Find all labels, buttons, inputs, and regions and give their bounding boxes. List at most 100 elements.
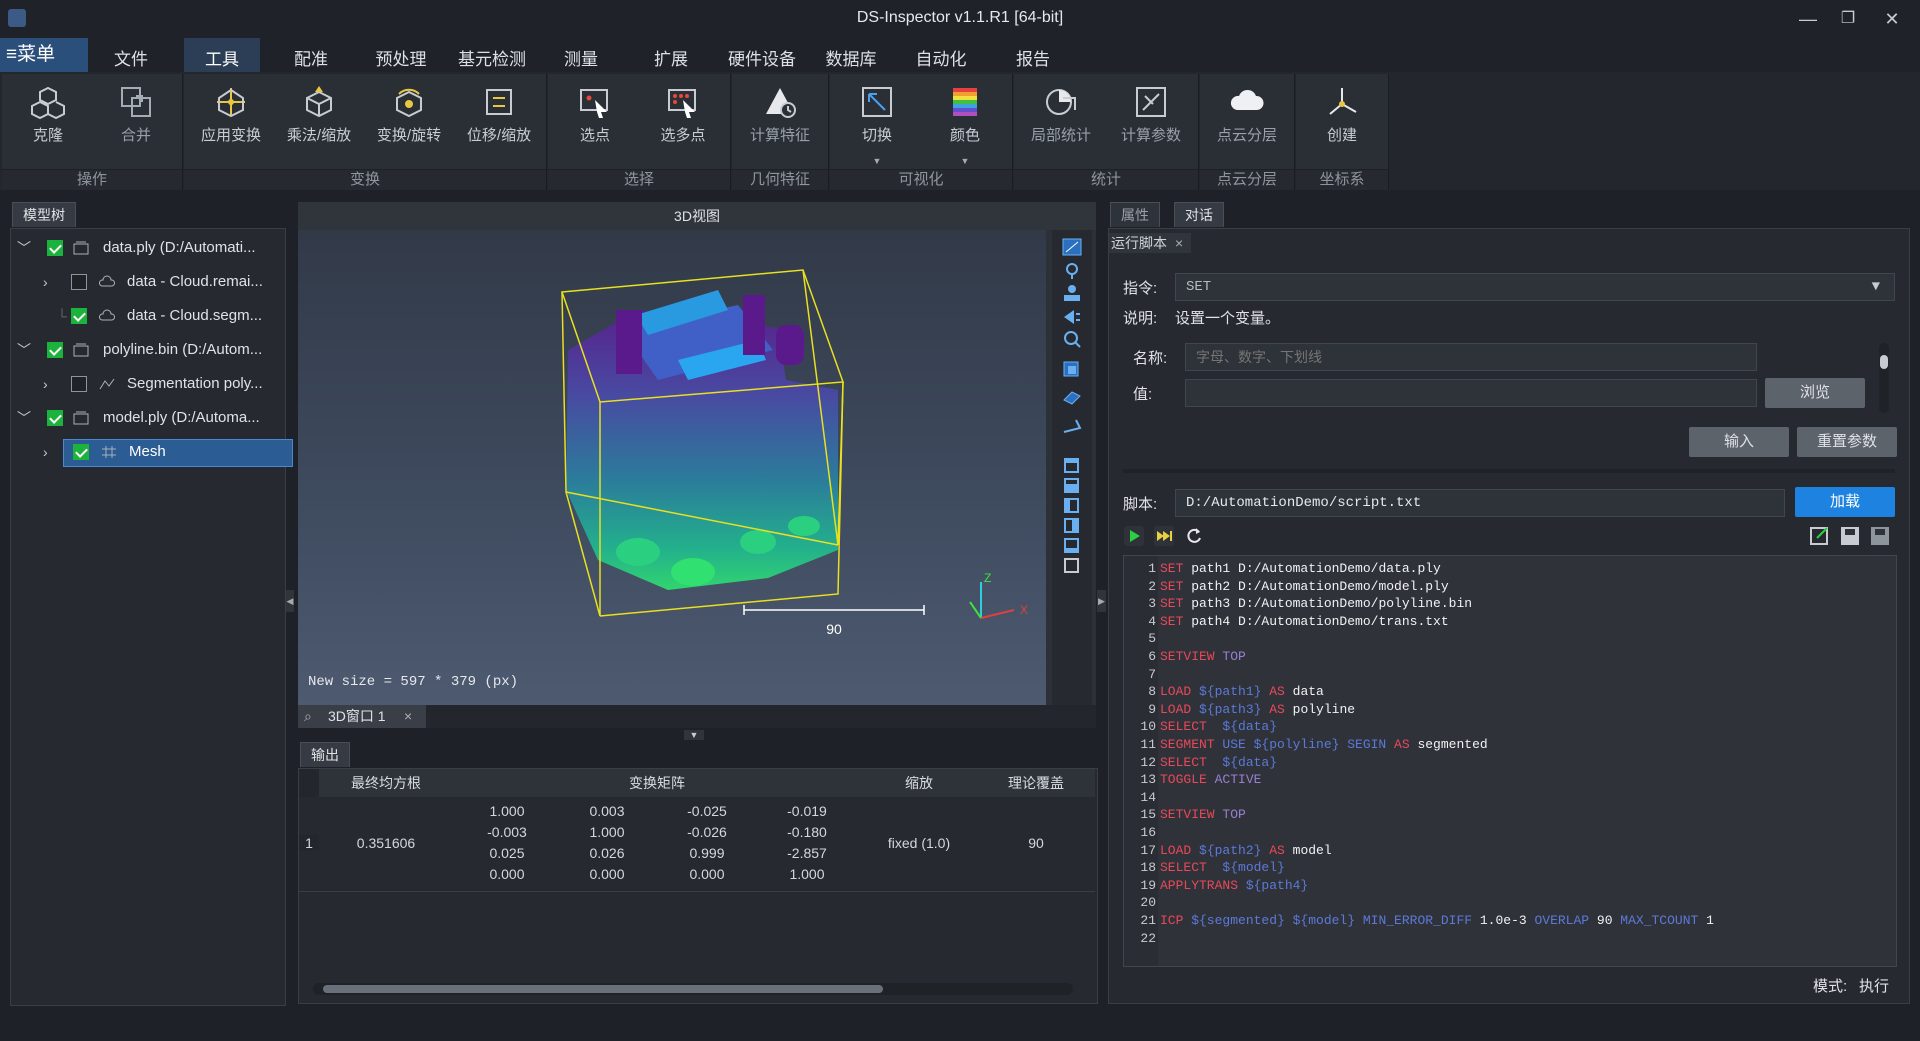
save-icon[interactable] — [1839, 525, 1861, 547]
script-line[interactable]: 20 — [1124, 894, 1884, 912]
menu-tab-hardware[interactable]: 硬件设备 — [718, 38, 806, 72]
script-line[interactable]: 17 LOAD ${path2} AS model — [1124, 842, 1884, 860]
load-button[interactable]: 加载 — [1795, 487, 1895, 517]
table-row[interactable]: 1 0.351606 1.000 0.003 -0.025 -0.019 -0.… — [299, 799, 1095, 892]
main-menu-button[interactable]: ≡菜单 — [0, 38, 88, 72]
merge-button[interactable]: 合并 — [93, 80, 179, 160]
script-editor[interactable]: 1 SET path1 D:/AutomationDemo/data.ply 2 SE… — [1123, 555, 1897, 967]
column-header-rms[interactable]: 最终均方根 — [319, 769, 453, 797]
tree-checkbox[interactable] — [47, 342, 63, 358]
browse-button[interactable]: 浏览 — [1765, 378, 1865, 408]
multiply-scale-button[interactable]: 乘法/缩放 — [276, 80, 362, 160]
script-path-input[interactable]: D:/AutomationDemo/script.txt — [1175, 489, 1785, 517]
output-tab[interactable]: 输出 — [300, 742, 350, 767]
menu-tab-preprocess[interactable]: 预处理 — [364, 38, 438, 72]
tab-dialog[interactable]: 对话 — [1174, 202, 1224, 227]
chevron-down-icon[interactable]: ﹀ — [17, 233, 31, 263]
toggle-button[interactable]: 切换 ▼ — [834, 80, 920, 166]
view-iso-icon[interactable] — [1062, 556, 1082, 574]
transform-rotate-button[interactable]: 变换/旋转 — [366, 80, 452, 160]
script-line[interactable]: 12 SELECT ${data} — [1124, 754, 1884, 772]
chevron-right-icon[interactable]: › — [43, 267, 48, 297]
front-view-icon[interactable] — [1062, 360, 1082, 378]
view-left-icon[interactable] — [1062, 496, 1082, 514]
view-right-icon[interactable] — [1062, 536, 1082, 554]
perspective-icon[interactable] — [1062, 388, 1082, 406]
apply-transform-button[interactable]: 应用变换 — [188, 80, 274, 160]
plane-view-icon[interactable] — [1062, 418, 1082, 436]
scrollbar-thumb[interactable] — [1880, 355, 1888, 369]
menu-tab-file[interactable]: 文件 — [98, 38, 164, 72]
clone-button[interactable]: 克隆 — [5, 80, 91, 160]
tree-item-cloud-remaining[interactable]: › data - Cloud.remai... — [11, 267, 285, 297]
menu-tab-automation[interactable]: 自动化 — [904, 38, 978, 72]
script-line[interactable]: 15 SETVIEW TOP — [1124, 806, 1884, 824]
edit-icon[interactable] — [1809, 525, 1831, 547]
close-tab-icon[interactable]: × — [404, 705, 412, 728]
menu-tab-database[interactable]: 数据库 — [814, 38, 888, 72]
tree-checkbox[interactable] — [47, 240, 63, 256]
script-line[interactable]: 7 — [1124, 666, 1884, 684]
compute-features-button[interactable]: 计算特征 — [737, 80, 823, 160]
close-subtab-icon[interactable]: × — [1175, 233, 1183, 253]
script-line[interactable]: 22 — [1124, 930, 1884, 948]
column-header-matrix[interactable]: 变换矩阵 — [453, 769, 861, 797]
chevron-down-icon[interactable]: ﹀ — [17, 403, 31, 433]
tree-item-data-ply[interactable]: ﹀ data.ply (D:/Automati... — [11, 233, 285, 263]
tree-item-mesh[interactable]: › Mesh — [11, 437, 293, 467]
close-button[interactable]: ✕ — [1874, 6, 1910, 32]
3d-viewport-canvas[interactable]: 90 Z X New size = 597 * 379 (px) — [298, 230, 1046, 705]
script-line[interactable]: 1 SET path1 D:/AutomationDemo/data.ply — [1124, 560, 1884, 578]
back-view-icon[interactable] — [1062, 308, 1082, 326]
menu-tab-report[interactable]: 报告 — [1000, 38, 1066, 72]
reload-icon[interactable] — [1183, 525, 1205, 547]
column-header-overlap[interactable]: 理论覆盖 — [977, 769, 1095, 797]
script-line[interactable]: 10 SELECT ${data} — [1124, 718, 1884, 736]
translate-scale-button[interactable]: 位移/缩放 — [456, 80, 542, 160]
value-input[interactable] — [1185, 379, 1757, 407]
chevron-down-icon[interactable]: ﹀ — [17, 335, 31, 365]
fit-view-icon[interactable] — [1062, 238, 1082, 256]
select-point-button[interactable]: 选点 — [552, 80, 638, 160]
input-button[interactable]: 输入 — [1689, 427, 1789, 457]
script-line[interactable]: 13 TOGGLE ACTIVE — [1124, 771, 1884, 789]
script-line[interactable]: 21 ICP ${segmented} ${model} MIN_ERROR_DI… — [1124, 912, 1884, 930]
view-top-icon[interactable] — [1062, 456, 1082, 474]
script-line[interactable]: 11 SEGMENT USE ${polyline} SEGIN AS segme… — [1124, 736, 1884, 754]
menu-tab-tools[interactable]: 工具 — [184, 38, 260, 72]
tree-checkbox[interactable] — [71, 274, 87, 290]
tree-checkbox[interactable] — [47, 410, 63, 426]
tree-item-segmentation-polyline[interactable]: › Segmentation poly... — [11, 369, 285, 399]
menu-tab-primitive-detection[interactable]: 基元检测 — [448, 38, 536, 72]
script-line[interactable]: 6 SETVIEW TOP — [1124, 648, 1884, 666]
tree-checkbox[interactable] — [73, 444, 89, 460]
create-coordinate-system-button[interactable]: 创建 — [1299, 80, 1385, 160]
menu-tab-measure[interactable]: 测量 — [548, 38, 614, 72]
user-view-icon[interactable] — [1062, 284, 1082, 302]
minimize-button[interactable]: — — [1790, 6, 1826, 32]
run-step-icon[interactable] — [1153, 525, 1175, 547]
restore-button[interactable]: ❐ — [1830, 6, 1866, 32]
point-cloud-layering-button[interactable]: 点云分层 — [1204, 80, 1290, 160]
3d-window-tab[interactable]: ⌕ 3D窗口 1 × — [298, 705, 426, 728]
collapse-bottom-panel-button[interactable]: ▼ — [684, 730, 704, 740]
chevron-right-icon[interactable]: › — [43, 437, 48, 467]
color-button[interactable]: 颜色 ▼ — [922, 80, 1008, 166]
collapse-right-panel-button[interactable]: ▶ — [1097, 590, 1106, 612]
view-front-icon[interactable] — [1062, 476, 1082, 494]
script-line[interactable]: 5 — [1124, 630, 1884, 648]
scrollbar-thumb[interactable] — [323, 985, 883, 993]
compute-parameters-button[interactable]: 计算参数 — [1108, 80, 1194, 160]
script-line[interactable]: 16 — [1124, 824, 1884, 842]
column-header-scale[interactable]: 缩放 — [861, 769, 977, 797]
tree-item-cloud-segmented[interactable]: └ data - Cloud.segm... — [11, 301, 285, 331]
script-line[interactable]: 9 LOAD ${path3} AS polyline — [1124, 701, 1884, 719]
run-icon[interactable] — [1123, 525, 1145, 547]
tree-item-model-ply[interactable]: ﹀ model.ply (D:/Automa... — [11, 403, 285, 433]
script-line[interactable]: 3 SET path3 D:/AutomationDemo/polyline.bi… — [1124, 595, 1884, 613]
run-script-subtab[interactable]: 运行脚本 × — [1109, 233, 1191, 253]
tree-checkbox[interactable] — [71, 376, 87, 392]
tree-checkbox[interactable] — [71, 308, 87, 324]
name-input[interactable] — [1185, 343, 1757, 371]
script-line[interactable]: 14 — [1124, 789, 1884, 807]
